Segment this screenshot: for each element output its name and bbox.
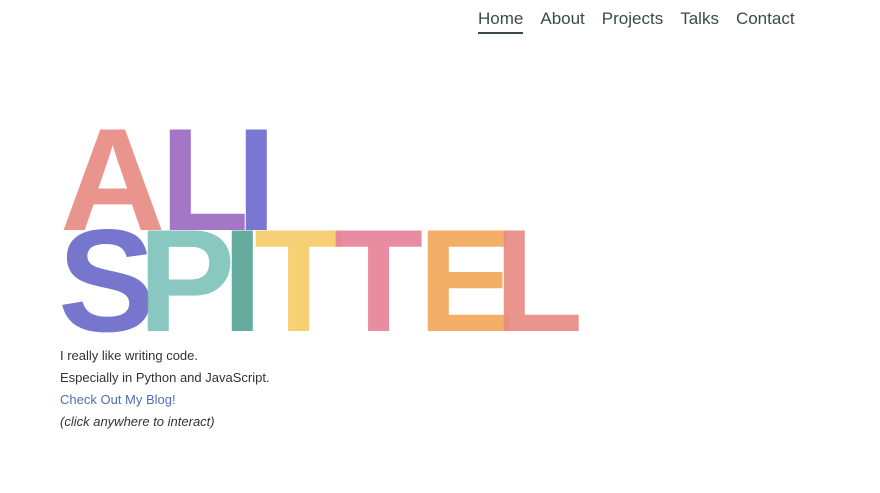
- intro-text: I really like writing code. Especially i…: [60, 345, 270, 433]
- intro-line-1: I really like writing code.: [60, 348, 198, 363]
- hero-letter: L: [494, 199, 583, 362]
- hero-letter: P: [138, 199, 235, 362]
- hero-letter: T: [254, 199, 343, 362]
- page[interactable]: Home About Projects Talks Contact A L I …: [0, 0, 880, 493]
- hero-last-name: S P I T T E L: [58, 199, 583, 362]
- hero-letter: T: [334, 199, 423, 362]
- interact-hint: (click anywhere to interact): [60, 414, 215, 429]
- blog-link[interactable]: Check Out My Blog!: [60, 389, 270, 411]
- intro-line-2: Especially in Python and JavaScript.: [60, 370, 270, 385]
